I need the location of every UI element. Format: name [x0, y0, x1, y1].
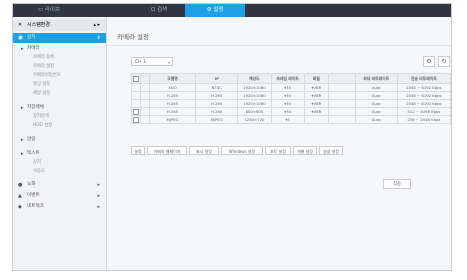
- sidebar-item-device[interactable]: ▣ 장치 ▾: [13, 33, 106, 43]
- resolution-select[interactable]: 1920×1080: [237, 83, 272, 92]
- resolution-select[interactable]: 1280×720: [237, 115, 272, 124]
- fps-select[interactable]: ▾30: [270, 83, 305, 92]
- table-row: H.265 H.265 1920×1080 ▾30 ▾VBR Auto 2048 ~…: [131, 99, 452, 108]
- port-settings-button[interactable]: 포트 설정: [265, 146, 291, 155]
- chevron-right-icon: ▸: [97, 182, 100, 188]
- channel-select[interactable]: CH 1 ▾: [131, 57, 173, 66]
- divider: [107, 45, 451, 46]
- settings-button[interactable]: 설정: [131, 146, 145, 155]
- display-settings-button[interactable]: 표시 설정: [189, 146, 219, 155]
- tab-search[interactable]: Q 검색: [129, 4, 189, 17]
- network-icon: ◆: [18, 204, 22, 210]
- windows-settings-button[interactable]: Windows 설정: [221, 146, 263, 155]
- resolution-select[interactable]: 1920×1080: [237, 99, 272, 108]
- quality-select[interactable]: ▾VBR: [303, 83, 330, 92]
- row-checkbox[interactable]: [131, 115, 141, 124]
- resolution-select[interactable]: 1920×1080: [237, 91, 272, 100]
- fps-select[interactable]: ▾5: [270, 115, 305, 124]
- batch-settings-button[interactable]: 일괄 설정: [319, 146, 343, 155]
- chevron-down-icon: ▾: [167, 60, 170, 65]
- quality-select[interactable]: [303, 115, 330, 124]
- sidebar-header[interactable]: ✕ 시스템환경 ▴ ▸: [13, 19, 106, 31]
- top-nav-bar: ▭ 라이브 Q 검색 ⚙ 설정: [13, 4, 451, 17]
- chevron-right-icon: ▸: [97, 204, 100, 210]
- bullet-icon: ▸: [21, 137, 24, 143]
- individual-settings-button[interactable]: 개별 설정: [293, 146, 317, 155]
- event-icon: ▲: [18, 193, 22, 199]
- select-all-checkbox[interactable]: [131, 73, 141, 84]
- camera-webpage-button[interactable]: 카메라 웹페이지: [147, 146, 187, 155]
- sidebar-item-hdd-settings[interactable]: HDD 설정: [13, 121, 106, 131]
- chevron-down-icon: ▴ ▸: [93, 22, 100, 28]
- row-checkbox[interactable]: [131, 107, 141, 116]
- quality-select[interactable]: ▾VBR: [303, 91, 330, 100]
- sidebar: ✕ 시스템환경 ▴ ▸ ▣ 장치 ▾ ▸ 카메라 카메라 등록 카메라 설정 카…: [13, 17, 107, 270]
- record-icon: ●: [18, 182, 23, 188]
- table-row: H.265 H.265 800×600 ▾30 ▾VBR Auto 512 ~ 40…: [131, 107, 452, 116]
- quality-select[interactable]: ▾VBR: [303, 99, 330, 108]
- fps-select[interactable]: ▾30: [270, 91, 305, 100]
- fps-select[interactable]: ▾30: [270, 99, 305, 108]
- sidebar-item-channel-settings[interactable]: 채널 설정: [13, 89, 106, 99]
- tab-settings[interactable]: ⚙ 설정: [185, 4, 245, 17]
- page-title: 카메라 설정: [117, 33, 149, 41]
- sidebar-item-record[interactable]: ● 녹화 ▸: [13, 180, 106, 190]
- fps-select[interactable]: ▾30: [270, 107, 305, 116]
- chevron-right-icon: ▸: [97, 193, 100, 199]
- sidebar-item-network[interactable]: ◆ 네트워크 ▸: [13, 202, 106, 212]
- resolution-select[interactable]: 800×600: [237, 107, 272, 116]
- table-row: XNO NTSC 1920×1080 ▾30 ▾VBR Auto 2048 ~ 81…: [131, 83, 452, 92]
- camera-table: 모델명 IP 해상도 프레임 레이트 화질 최대 비트레이트 전송 비트레이트 …: [131, 73, 452, 124]
- quality-select[interactable]: ▾VBR: [303, 107, 330, 116]
- app-window: ▭ 라이브 Q 검색 ⚙ 설정 ✕ 시스템환경 ▴ ▸ ▣ 장치 ▾ ▸ 카메라…: [12, 3, 452, 271]
- table-row: H.265 H.265 1920×1080 ▾30 ▾VBR Auto 2048 ~…: [131, 91, 452, 100]
- table-header-row: 모델명 IP 해상도 프레임 레이트 화질 최대 비트레이트 전송 비트레이트: [131, 73, 452, 84]
- table-row: MJPEG MJPEG 1280×720 ▾5 Auto 256 ~ 2048 Kb…: [131, 115, 452, 124]
- sidebar-item-alarm[interactable]: ▸ 알람: [13, 135, 106, 145]
- settings-icon[interactable]: ⚙: [423, 56, 435, 67]
- refresh-icon[interactable]: ↻: [438, 56, 450, 67]
- main-content: 카메라 설정 CH 1 ▾ ⚙ ↻ 모델명 IP 해상도 프레임 레이트 화질: [107, 17, 452, 270]
- apply-button[interactable]: 적용: [383, 179, 411, 189]
- sidebar-item-event[interactable]: ▲ 이벤트 ▸: [13, 191, 106, 201]
- gear-icon: ✕: [18, 22, 23, 28]
- tab-live[interactable]: ▭ 라이브: [19, 4, 79, 17]
- monitor-icon: ▣: [18, 35, 23, 41]
- chevron-down-icon: ▾: [97, 35, 100, 41]
- sidebar-item-text-user[interactable]: 사용자: [13, 167, 106, 177]
